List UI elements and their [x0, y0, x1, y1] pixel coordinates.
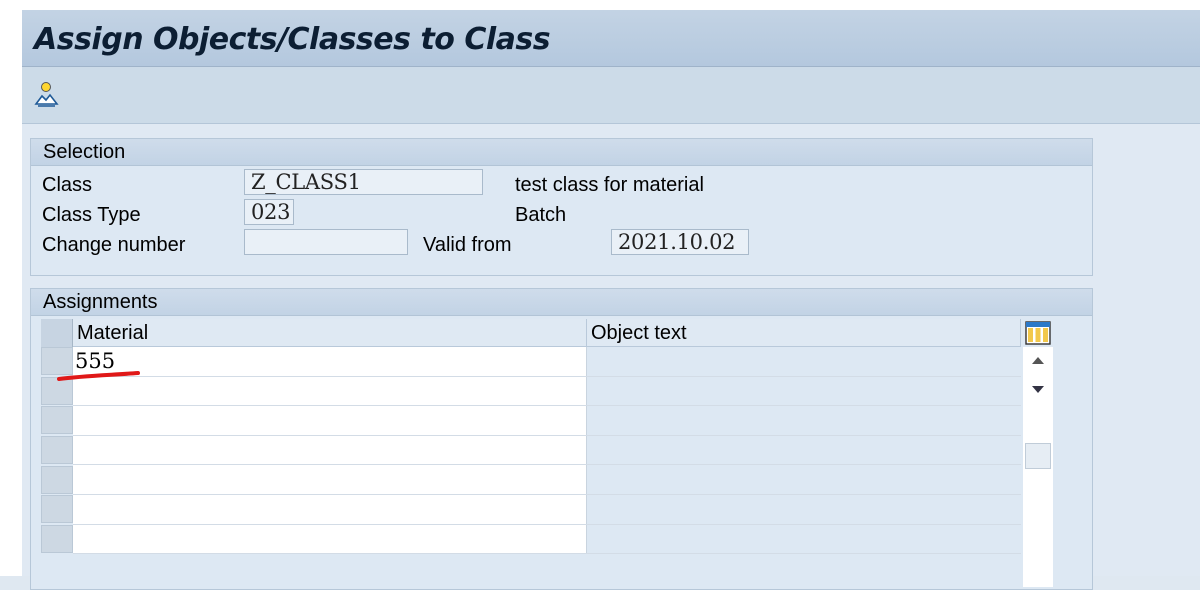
object-text-cell	[587, 406, 1021, 435]
material-cell[interactable]	[73, 406, 587, 435]
table-row	[73, 524, 1021, 555]
table-row	[73, 376, 1021, 407]
material-cell[interactable]	[73, 494, 587, 524]
class-label: Class	[42, 174, 93, 196]
material-cell[interactable]	[73, 376, 587, 406]
class-type-label: Class Type	[42, 204, 141, 226]
row-selector[interactable]	[41, 495, 73, 524]
object-text-cell	[587, 347, 1021, 376]
column-layout-icon	[1025, 321, 1051, 345]
person-mountain-button[interactable]	[30, 79, 62, 111]
material-cell[interactable]	[73, 524, 587, 554]
material-cell[interactable]	[73, 465, 587, 494]
row-selector[interactable]	[41, 406, 73, 435]
row-selector[interactable]	[41, 436, 73, 465]
table-row	[73, 494, 1021, 525]
triangle-down-icon	[1032, 386, 1044, 393]
scroll-up-button[interactable]	[1027, 349, 1049, 371]
column-header-object-text[interactable]: Object text	[587, 319, 1021, 347]
selection-group: Selection Class Z_CLASS1 test class for …	[30, 138, 1093, 276]
object-text-cell	[587, 524, 1021, 554]
window-frame-top	[0, 0, 1200, 10]
select-all-button[interactable]	[41, 319, 73, 347]
class-type-description: Batch	[515, 204, 567, 226]
person-mountain-icon	[34, 82, 59, 107]
assignments-table: Material Object text 555	[41, 319, 1075, 587]
valid-from-label: Valid from	[423, 234, 512, 256]
title-bar: Assign Objects/Classes to Class	[22, 10, 1200, 67]
column-header-material[interactable]: Material	[73, 319, 587, 347]
class-field[interactable]: Z_CLASS1	[244, 169, 483, 195]
change-number-field[interactable]	[244, 229, 408, 255]
red-underline-annotation	[57, 371, 140, 381]
object-text-cell	[587, 376, 1021, 406]
scroll-down-button[interactable]	[1027, 379, 1049, 401]
object-text-cell	[587, 465, 1021, 494]
page-title: Assign Objects/Classes to Class	[34, 22, 551, 57]
vertical-scrollbar[interactable]	[1023, 347, 1053, 587]
scrollbar-thumb[interactable]	[1025, 443, 1051, 469]
table-row	[73, 406, 1021, 436]
column-layout-button[interactable]	[1025, 321, 1051, 345]
selection-group-header: Selection	[31, 139, 1092, 166]
table-body: 555	[73, 347, 1021, 555]
assignments-group: Assignments Material Object text 555	[30, 288, 1093, 590]
material-cell[interactable]	[73, 435, 587, 465]
application-toolbar	[22, 67, 1200, 124]
row-selector[interactable]	[41, 465, 73, 494]
row-selector[interactable]	[41, 525, 73, 554]
triangle-up-icon	[1032, 357, 1044, 364]
assignments-group-header: Assignments	[31, 289, 1092, 316]
class-description: test class for material	[515, 174, 704, 196]
table-row: 555	[73, 347, 1021, 377]
class-type-field[interactable]: 023	[244, 199, 294, 225]
material-cell[interactable]: 555	[73, 347, 587, 376]
window-frame-left	[0, 0, 22, 576]
row-selector-column	[41, 319, 73, 555]
object-text-cell	[587, 494, 1021, 524]
valid-from-field[interactable]: 2021.10.02	[611, 229, 749, 255]
table-row	[73, 465, 1021, 495]
change-number-label: Change number	[42, 234, 186, 256]
object-text-cell	[587, 435, 1021, 465]
table-row	[73, 435, 1021, 466]
